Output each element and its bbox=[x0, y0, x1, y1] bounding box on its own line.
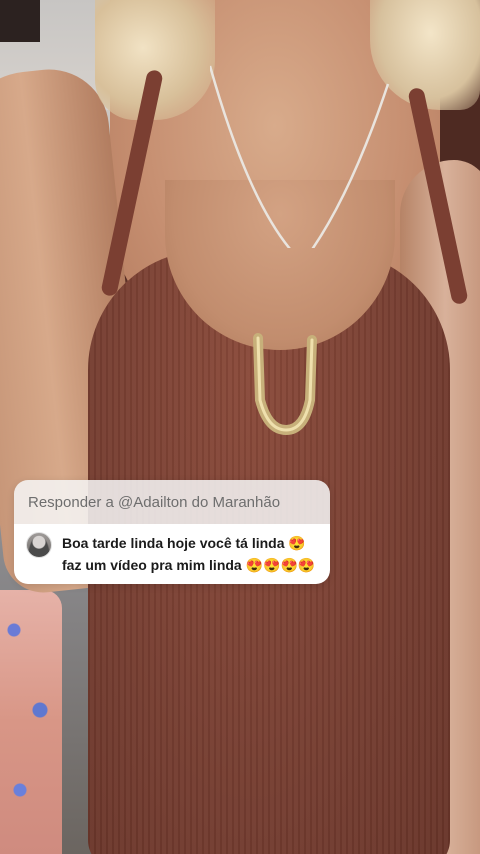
reply-comment-text: Boa tarde linda hoje você tá linda 😍 faz… bbox=[62, 532, 315, 576]
reply-comment-sticker[interactable]: Responder a @Adailton do Maranhão Boa ta… bbox=[14, 480, 330, 584]
reply-header: Responder a @Adailton do Maranhão bbox=[14, 480, 330, 524]
user-avatar-icon bbox=[26, 532, 52, 558]
gold-buckle-icon bbox=[253, 333, 317, 436]
reply-body: Boa tarde linda hoje você tá linda 😍 faz… bbox=[14, 524, 330, 584]
video-frame[interactable]: Responder a @Adailton do Maranhão Boa ta… bbox=[0, 0, 480, 854]
comment-line-1: Boa tarde linda hoje você tá linda 😍 bbox=[62, 535, 306, 551]
comment-line-2: faz um vídeo pra mim linda 😍😍😍😍 bbox=[62, 557, 316, 573]
background-fabric bbox=[0, 590, 62, 854]
background-corner bbox=[0, 0, 40, 42]
necklace-icon bbox=[210, 65, 390, 248]
reply-to-label: Responder a @Adailton do Maranhão bbox=[28, 493, 281, 511]
